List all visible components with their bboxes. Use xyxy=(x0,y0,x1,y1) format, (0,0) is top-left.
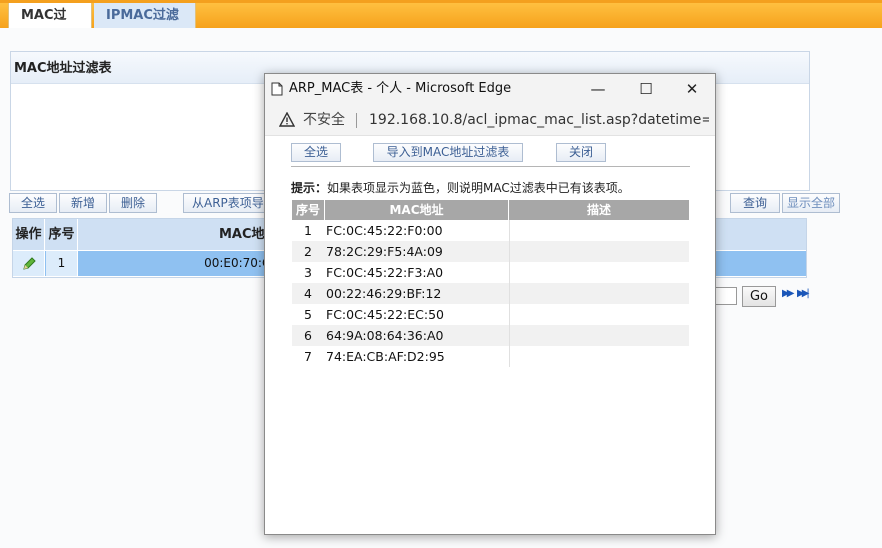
popup-select-all-button[interactable]: 全选 xyxy=(291,143,341,162)
pencil-icon[interactable] xyxy=(21,256,37,272)
popup-header-index: 序号 xyxy=(292,200,324,220)
row-desc xyxy=(509,304,689,325)
maximize-icon[interactable]: ☐ xyxy=(623,74,669,104)
row-index: 7 xyxy=(304,349,312,364)
last-page-icon[interactable]: ▶▶| xyxy=(797,288,810,299)
address-separator xyxy=(356,113,357,128)
popup-header-desc: 描述 xyxy=(509,200,689,220)
minimize-icon[interactable]: — xyxy=(575,74,621,104)
popup-import-button[interactable]: 导入到MAC地址过滤表 xyxy=(373,143,523,162)
row-desc xyxy=(509,220,689,241)
address-bar[interactable]: 不安全 192.168.10.8/acl_ipmac_mac_list.asp?… xyxy=(265,104,715,136)
table-row[interactable]: 2 78:2C:29:F5:4A:09 xyxy=(292,241,689,262)
arp-mac-popup-window: ARP_MAC表 - 个人 - Microsoft Edge — ☐ ✕ 不安全… xyxy=(264,73,716,535)
url-text[interactable]: 192.168.10.8/acl_ipmac_mac_list.asp?date… xyxy=(369,104,709,136)
add-button[interactable]: 新增 xyxy=(59,193,107,213)
popup-title: ARP_MAC表 - 个人 - Microsoft Edge xyxy=(289,81,512,96)
row-desc xyxy=(509,241,689,262)
row-index: 1 xyxy=(46,251,78,276)
row-index: 4 xyxy=(304,286,312,301)
security-label[interactable]: 不安全 xyxy=(303,104,345,136)
select-all-button[interactable]: 全选 xyxy=(9,193,57,213)
import-from-arp-button[interactable]: 从ARP表项导 xyxy=(183,193,267,213)
table-row[interactable]: 4 00:22:46:29:BF:12 xyxy=(292,283,689,304)
tab-ipmac-filter[interactable]: IPMAC过滤 xyxy=(94,3,196,29)
header-index: 序号 xyxy=(46,219,78,250)
popup-titlebar[interactable]: ARP_MAC表 - 个人 - Microsoft Edge — ☐ ✕ xyxy=(265,74,715,104)
row-mac: FC:0C:45:22:EC:50 xyxy=(326,307,444,322)
row-desc xyxy=(509,262,689,283)
row-index: 5 xyxy=(304,307,312,322)
hint-label: 提示： xyxy=(291,181,328,195)
row-mac: 00:22:46:29:BF:12 xyxy=(326,286,442,301)
table-row[interactable]: 3 FC:0C:45:22:F3:A0 xyxy=(292,262,689,283)
popup-content: 全选 导入到MAC地址过滤表 关闭 提示：如果表项显示为蓝色，则说明MAC过滤表… xyxy=(265,136,715,534)
row-mac: 00:E0:70:C1 xyxy=(79,251,279,276)
row-mac: FC:0C:45:22:F3:A0 xyxy=(326,265,444,280)
close-icon[interactable]: ✕ xyxy=(669,74,715,104)
table-row[interactable]: 1 FC:0C:45:22:F0:00 xyxy=(292,220,689,241)
page-icon xyxy=(271,82,283,96)
go-button[interactable]: Go xyxy=(742,286,776,307)
popup-divider xyxy=(291,166,690,167)
table-row[interactable]: 5 FC:0C:45:22:EC:50 xyxy=(292,304,689,325)
hint-text: 提示：如果表项显示为蓝色，则说明MAC过滤表中已有该表项。 xyxy=(291,179,630,196)
row-mac: 64:9A:08:64:36:A0 xyxy=(326,328,444,343)
row-index: 2 xyxy=(304,244,312,259)
tab-strip: MAC过滤 IPMAC过滤 xyxy=(0,0,882,48)
row-index: 6 xyxy=(304,328,312,343)
header-op: 操作 xyxy=(13,219,45,250)
warning-icon[interactable] xyxy=(279,112,295,128)
edit-cell[interactable] xyxy=(13,251,45,276)
popup-header-mac: MAC地址 xyxy=(325,200,508,220)
table-row[interactable]: 6 64:9A:08:64:36:A0 xyxy=(292,325,689,346)
row-index: 3 xyxy=(304,265,312,280)
row-index: 1 xyxy=(304,223,312,238)
next-page-icon[interactable]: ▶▶ xyxy=(782,288,795,299)
row-mac: FC:0C:45:22:F0:00 xyxy=(326,223,443,238)
delete-button[interactable]: 删除 xyxy=(109,193,157,213)
row-desc xyxy=(509,325,689,346)
hint-message: 如果表项显示为蓝色，则说明MAC过滤表中已有该表项。 xyxy=(327,181,630,195)
table-row[interactable]: 7 74:EA:CB:AF:D2:95 xyxy=(292,346,689,367)
show-all-button[interactable]: 显示全部 xyxy=(782,193,840,213)
tab-mac-filter[interactable]: MAC过滤 xyxy=(8,3,92,48)
row-mac: 74:EA:CB:AF:D2:95 xyxy=(326,349,445,364)
popup-close-button[interactable]: 关闭 xyxy=(556,143,606,162)
row-desc xyxy=(509,283,689,304)
row-mac: 78:2C:29:F5:4A:09 xyxy=(326,244,443,259)
row-desc xyxy=(509,346,689,367)
query-button[interactable]: 查询 xyxy=(730,193,780,213)
